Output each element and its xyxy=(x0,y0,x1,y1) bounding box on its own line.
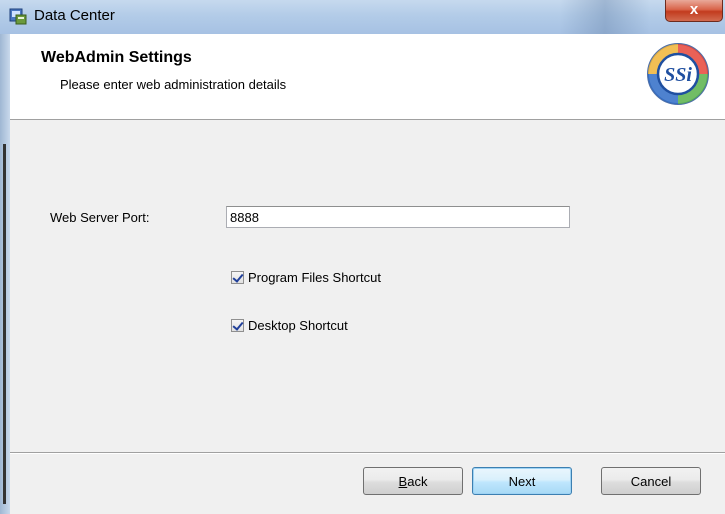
next-button-label: Next xyxy=(508,473,536,489)
desktop-shortcut-checkbox[interactable] xyxy=(231,318,244,332)
page-title: WebAdmin Settings xyxy=(41,49,192,66)
web-server-port-label: Web Server Port: xyxy=(50,210,150,225)
desktop-shortcut-option[interactable]: Desktop Shortcut xyxy=(231,316,348,334)
installer-window: Data Center x WebAdmin Settings Please e… xyxy=(0,0,725,514)
back-button-mnemonic: B xyxy=(398,473,408,489)
ssi-logo-icon: SSi xyxy=(647,43,709,105)
title-bar-glass xyxy=(560,0,650,34)
cancel-button[interactable]: Cancel xyxy=(601,467,701,495)
logo-text: SSi xyxy=(664,64,692,86)
frame-shadow xyxy=(3,144,6,504)
back-button-label: ack xyxy=(407,473,428,489)
program-files-shortcut-option[interactable]: Program Files Shortcut xyxy=(231,268,381,286)
close-button[interactable]: x xyxy=(665,0,723,22)
program-files-shortcut-checkbox[interactable] xyxy=(231,270,244,284)
web-server-port-input[interactable] xyxy=(226,206,570,228)
cancel-button-label: Cancel xyxy=(630,473,672,489)
installer-app-icon xyxy=(9,8,27,25)
next-button[interactable]: Next xyxy=(472,467,572,495)
window-title: Data Center xyxy=(34,7,115,24)
button-bar-separator xyxy=(10,452,725,454)
window-left-frame xyxy=(0,34,10,514)
desktop-shortcut-label: Desktop Shortcut xyxy=(248,317,348,333)
header-banner: WebAdmin Settings Please enter web admin… xyxy=(10,34,725,120)
program-files-shortcut-label: Program Files Shortcut xyxy=(248,269,381,285)
title-bar[interactable]: Data Center x xyxy=(0,0,725,35)
page-subtitle: Please enter web administration details xyxy=(60,77,287,92)
close-icon: x xyxy=(689,1,699,18)
back-button[interactable]: Back xyxy=(363,467,463,495)
